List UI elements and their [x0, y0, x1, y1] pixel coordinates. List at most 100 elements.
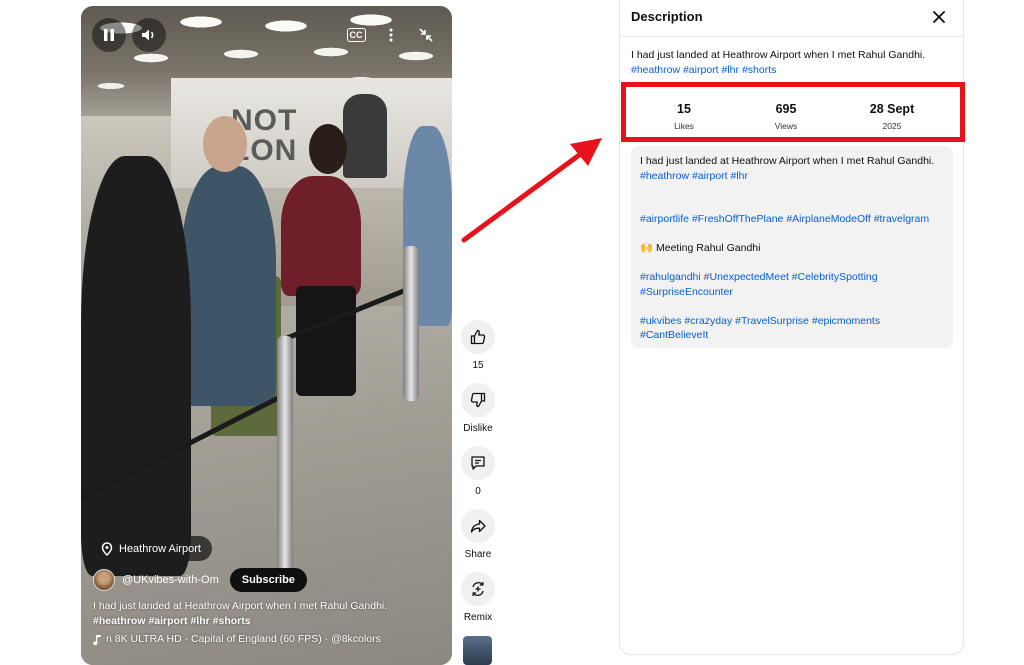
description-tags: #heathrow #airport #lhr [640, 169, 944, 184]
video-frame-billboard-figure [343, 94, 387, 178]
hashtag-link[interactable]: #UnexpectedMeet [704, 271, 789, 283]
location-chip[interactable]: Heathrow Airport [93, 536, 212, 561]
shorts-video-player[interactable]: NOT LON CC Heathrow Airport @UKvibes-wit… [81, 6, 452, 665]
stat-views: 695 Views [761, 102, 811, 131]
caption-tag[interactable]: #heathrow [93, 615, 146, 627]
stat-views-value: 695 [775, 102, 797, 116]
pause-icon [104, 29, 114, 41]
hashtag-link[interactable]: #airport [692, 170, 728, 182]
video-caption[interactable]: I had just landed at Heathrow Airport wh… [93, 599, 433, 628]
stat-date-year: 2025 [882, 121, 902, 131]
channel-avatar[interactable] [93, 569, 115, 591]
music-credit[interactable]: n 8K ULTRA HD - Capital of England (60 F… [93, 633, 381, 645]
hashtag-link[interactable]: #SurpriseEncounter [640, 286, 733, 298]
video-frame-person-woman-legs [296, 286, 356, 396]
remix-icon [472, 582, 484, 596]
more-vert-icon [389, 28, 393, 42]
stat-date: 28 Sept 2025 [862, 102, 922, 131]
video-frame-person-man-head [203, 116, 247, 172]
hashtag-link[interactable]: #CelebritySpotting [792, 271, 878, 283]
video-frame-person-woman-head [309, 124, 347, 174]
subscribe-button[interactable]: Subscribe [229, 568, 307, 592]
annotation-arrow [461, 138, 602, 243]
video-frame-post [403, 246, 419, 401]
dislike-action: Dislike [458, 383, 498, 434]
remix-button[interactable] [461, 572, 495, 606]
channel-name[interactable]: @UKvibes-with-Om [122, 574, 219, 586]
panel-header: Description [620, 0, 963, 37]
channel-row: @UKvibes-with-Om Subscribe [93, 568, 307, 592]
hashtag-link[interactable]: #rahulgandhi [640, 271, 701, 283]
collapse-button[interactable] [411, 18, 441, 52]
page: NOT LON CC Heathrow Airport @UKvibes-wit… [0, 0, 1024, 665]
thumbs-up-icon [470, 329, 486, 345]
description-block: I had just landed at Heathrow Airport wh… [640, 154, 944, 183]
panel-title: Description [631, 9, 703, 24]
description-block: 🙌 Meeting Rahul Gandhi [640, 241, 944, 256]
remix-action: Remix [458, 572, 498, 623]
description-summary: I had just landed at Heathrow Airport wh… [631, 48, 951, 78]
caption-tag[interactable]: #lhr [190, 615, 209, 627]
comment-count: 0 [475, 486, 481, 497]
hashtag-link[interactable]: #AirplaneModeOff [786, 213, 870, 225]
video-frame-person-man [181, 166, 276, 406]
description-line: I had just landed at Heathrow Airport wh… [640, 155, 935, 167]
caption-tag[interactable]: #shorts [213, 615, 251, 627]
like-count: 15 [472, 360, 484, 371]
close-button[interactable] [929, 7, 949, 27]
stat-likes-value: 15 [677, 102, 691, 116]
description-panel: Description I had just landed at Heathro… [619, 0, 965, 655]
stat-likes: 15 Likes [664, 102, 704, 131]
share-icon [470, 519, 486, 533]
hashtag-link[interactable]: #CantBelieveIt [640, 329, 708, 341]
video-frame-person-woman [281, 176, 361, 296]
hashtag-link[interactable]: #crazyday [684, 315, 732, 327]
location-label: Heathrow Airport [119, 542, 201, 555]
hashtag-link[interactable]: #heathrow [640, 170, 689, 182]
stat-date-value: 28 Sept [869, 102, 915, 116]
hashtag-link[interactable]: #heathrow [631, 64, 680, 76]
dislike-label: Dislike [463, 423, 493, 434]
hashtag-link[interactable]: #lhr [731, 170, 749, 182]
pause-button[interactable] [92, 18, 126, 52]
comment-action: 0 [458, 446, 498, 497]
hashtag-link[interactable]: #TravelSurprise [735, 315, 809, 327]
raising-hands-emoji: 🙌 [640, 242, 654, 254]
location-pin-icon [101, 541, 113, 556]
stats-highlight-box: 15 Likes 695 Views 28 Sept 2025 [621, 82, 965, 142]
hashtag-link[interactable]: #FreshOffThePlane [692, 213, 783, 225]
like-action: 15 [458, 320, 498, 371]
hashtag-link[interactable]: #airportlife [640, 213, 689, 225]
hashtag-link[interactable]: #travelgram [874, 213, 929, 225]
more-options-button[interactable] [376, 18, 406, 52]
comment-button[interactable] [461, 446, 495, 480]
hashtag-link[interactable]: #epicmoments [812, 315, 880, 327]
close-icon [933, 11, 945, 23]
dislike-button[interactable] [461, 383, 495, 417]
caption-text: I had just landed at Heathrow Airport wh… [93, 600, 388, 612]
captions-button[interactable]: CC [341, 18, 371, 52]
comment-icon [471, 456, 485, 470]
collapse-icon [419, 28, 433, 42]
hashtag-link[interactable]: #airport [683, 64, 719, 76]
description-line: Meeting Rahul Gandhi [656, 242, 761, 254]
volume-icon [142, 29, 154, 41]
stat-views-label: Views [774, 121, 798, 131]
caption-tag[interactable]: #airport [148, 615, 187, 627]
summary-text: I had just landed at Heathrow Airport wh… [631, 49, 926, 61]
volume-button[interactable] [132, 18, 166, 52]
sound-thumbnail[interactable] [463, 636, 492, 665]
video-frame-post [277, 336, 293, 591]
share-label: Share [464, 549, 492, 560]
hashtag-link[interactable]: #ukvibes [640, 315, 681, 327]
share-action: Share [458, 509, 498, 560]
like-button[interactable] [461, 320, 495, 354]
summary-tags: #heathrow #airport #lhr #shorts [631, 63, 951, 78]
hashtag-link[interactable]: #lhr [722, 64, 740, 76]
hashtag-link[interactable]: #shorts [742, 64, 776, 76]
music-label: n 8K ULTRA HD - Capital of England (60 F… [106, 633, 381, 645]
description-body: I had just landed at Heathrow Airport wh… [631, 146, 953, 348]
cc-icon: CC [346, 28, 366, 42]
remix-label: Remix [463, 612, 493, 623]
share-button[interactable] [461, 509, 495, 543]
